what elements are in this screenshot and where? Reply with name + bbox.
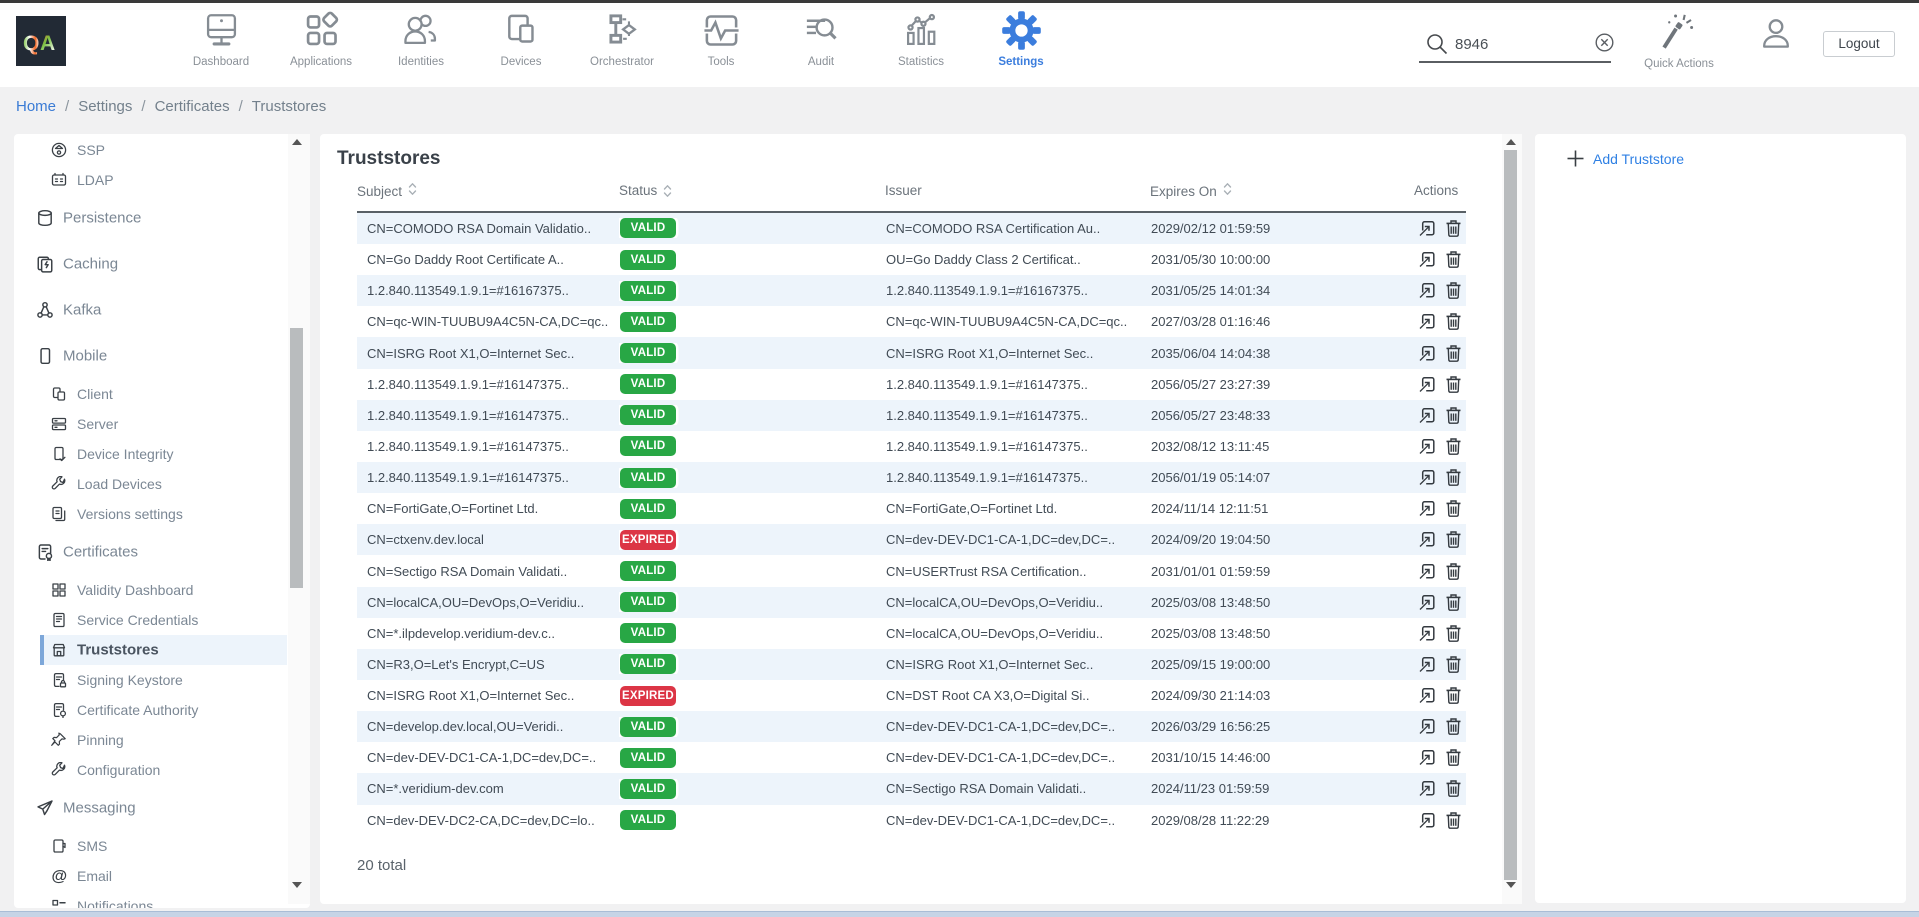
- svg-text:Q: Q: [23, 32, 39, 55]
- svg-text:A: A: [40, 32, 55, 55]
- svg-text:@: @: [52, 868, 68, 885]
